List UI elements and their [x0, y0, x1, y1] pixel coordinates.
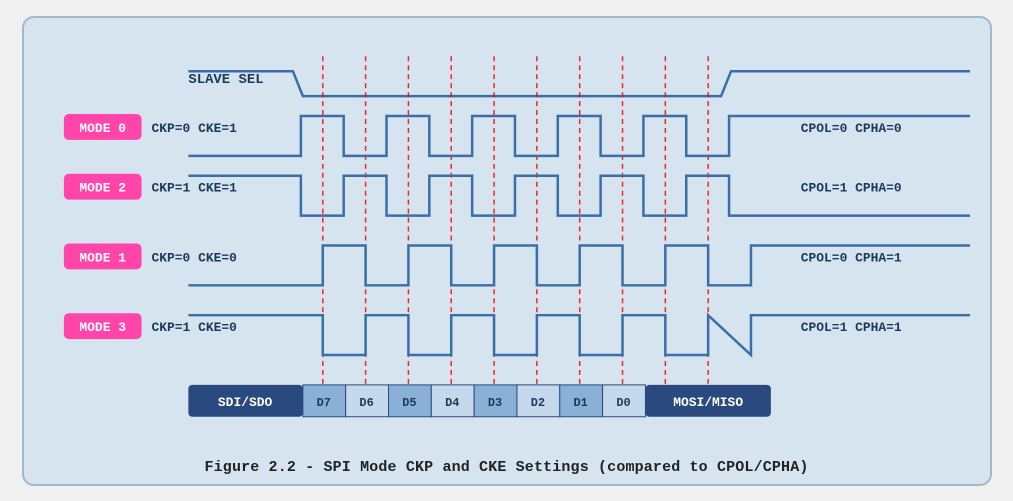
svg-text:D5: D5 [402, 395, 416, 409]
mode0-label: MODE 0 [79, 120, 126, 135]
svg-text:D3: D3 [487, 395, 501, 409]
svg-text:MODE 2: MODE 2 [79, 180, 126, 195]
svg-text:D6: D6 [359, 395, 373, 409]
svg-text:CKP=0 CKE=0: CKP=0 CKE=0 [151, 250, 237, 265]
svg-text:D0: D0 [616, 395, 630, 409]
svg-text:CKP=1 CKE=0: CKP=1 CKE=0 [151, 320, 237, 335]
svg-text:CPOL=1 CPHA=1: CPOL=1 CPHA=1 [800, 320, 901, 335]
figure-caption: Figure 2.2 - SPI Mode CKP and CKE Settin… [205, 453, 809, 476]
svg-text:D4: D4 [445, 395, 459, 409]
svg-text:MODE 1: MODE 1 [79, 250, 126, 265]
svg-text:D7: D7 [316, 395, 330, 409]
waveform-diagram: text { font-family: 'Courier New', Couri… [34, 28, 980, 453]
svg-text:CPOL=0 CPHA=1: CPOL=0 CPHA=1 [800, 250, 901, 265]
diagram-container: text { font-family: 'Courier New', Couri… [22, 16, 992, 486]
svg-text:CPOL=1 CPHA=0: CPOL=1 CPHA=0 [800, 180, 901, 195]
mode0-params: CKP=0 CKE=1 [151, 120, 237, 135]
slave-sel-label: SLAVE SEL [188, 72, 263, 88]
svg-text:D2: D2 [530, 395, 544, 409]
svg-text:D1: D1 [573, 395, 587, 409]
mode0-cpolcpha: CPOL=0 CPHA=0 [800, 120, 901, 135]
svg-text:CKP=1 CKE=1: CKP=1 CKE=1 [151, 180, 237, 195]
svg-text:MODE 3: MODE 3 [79, 320, 126, 335]
svg-text:SDI/SDO: SDI/SDO [217, 394, 272, 409]
svg-text:MOSI/MISO: MOSI/MISO [673, 394, 743, 409]
